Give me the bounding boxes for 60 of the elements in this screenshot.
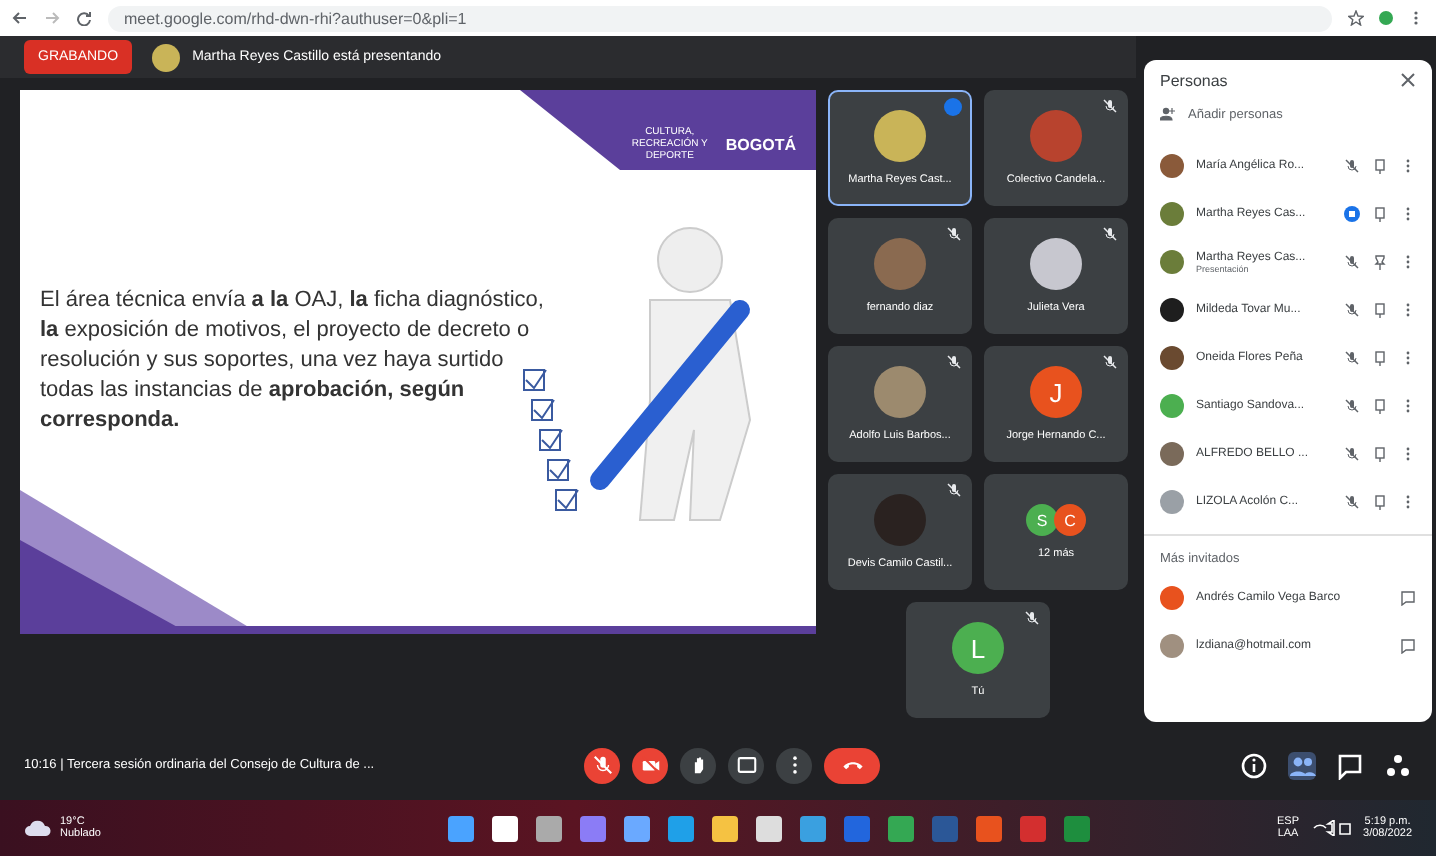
chat-button[interactable] bbox=[1336, 751, 1364, 779]
pin-icon[interactable] bbox=[1372, 398, 1388, 414]
present-button[interactable] bbox=[728, 747, 764, 783]
people-icon bbox=[1290, 756, 1316, 775]
mic-off-icon bbox=[1024, 610, 1040, 626]
app-icon[interactable] bbox=[976, 815, 1002, 841]
chat-icon bbox=[1338, 753, 1362, 779]
pin-icon[interactable] bbox=[1372, 158, 1388, 174]
mic-off-icon bbox=[1102, 98, 1118, 114]
more-button[interactable] bbox=[776, 747, 812, 783]
chat-icon[interactable] bbox=[1400, 638, 1416, 654]
hand-icon bbox=[693, 757, 703, 774]
pin-icon[interactable] bbox=[1372, 350, 1388, 366]
activities-button[interactable] bbox=[1384, 751, 1412, 779]
add-person-icon bbox=[1160, 106, 1176, 122]
back-icon[interactable] bbox=[12, 10, 28, 26]
info-button[interactable] bbox=[1240, 751, 1268, 779]
pin-icon[interactable] bbox=[1372, 446, 1388, 462]
star-icon[interactable] bbox=[1348, 10, 1364, 26]
logo-text: BOGOTÁ bbox=[725, 135, 796, 153]
mic-off-icon bbox=[1102, 226, 1118, 242]
avatar-letter: J bbox=[1030, 366, 1082, 418]
people-button[interactable] bbox=[1288, 751, 1316, 779]
pin-icon[interactable] bbox=[1372, 302, 1388, 318]
system-tray-icon[interactable] bbox=[1311, 820, 1352, 836]
mic-off-icon bbox=[946, 226, 962, 242]
activities-icon bbox=[1387, 754, 1409, 775]
chat-icon[interactable] bbox=[1400, 590, 1416, 606]
pin-icon[interactable] bbox=[1372, 254, 1388, 270]
mic-off-icon bbox=[593, 756, 611, 774]
profile-icon[interactable] bbox=[1378, 10, 1394, 26]
avatar-letter: L bbox=[952, 622, 1004, 674]
address-bar[interactable]: meet.google.com/rhd-dwn-rhi?authuser=0&pli=1 bbox=[108, 5, 1332, 31]
speaking-indicator-icon bbox=[944, 98, 962, 116]
mic-off-icon bbox=[946, 482, 962, 498]
mic-button[interactable] bbox=[584, 747, 620, 783]
camera-button[interactable] bbox=[632, 747, 668, 783]
info-icon bbox=[1241, 752, 1267, 778]
cloud-icon[interactable] bbox=[24, 818, 52, 838]
panel-title: Personas bbox=[1160, 72, 1228, 90]
avatar-letter: S bbox=[1026, 504, 1058, 536]
reload-icon[interactable] bbox=[76, 10, 92, 26]
app-icon[interactable] bbox=[536, 815, 562, 841]
present-screen-icon bbox=[736, 757, 756, 773]
app-icon[interactable] bbox=[1064, 815, 1090, 841]
avatar-letter: C bbox=[1054, 504, 1086, 536]
mic-off-icon bbox=[946, 354, 962, 370]
app-icon[interactable] bbox=[624, 815, 650, 841]
slide-text: El área técnica envía a la OAJ, la ficha diagnóstico, la exposición de motivos, el proyecto de decreto o resolución y sus soportes, una vez haya surtido todas las instancias de aprobación, según corresponda. bbox=[40, 286, 546, 436]
close-icon[interactable] bbox=[1400, 72, 1416, 88]
app-icon[interactable] bbox=[844, 815, 870, 841]
avatar-photo-placeholder bbox=[152, 43, 181, 71]
mic-off-icon bbox=[1102, 354, 1118, 370]
hang-up-icon bbox=[842, 762, 862, 770]
hangup-button[interactable] bbox=[824, 747, 880, 783]
app-icon[interactable] bbox=[580, 815, 606, 841]
camera-off-icon bbox=[641, 756, 659, 774]
pin-icon[interactable] bbox=[1372, 206, 1388, 222]
pin-icon[interactable] bbox=[1372, 494, 1388, 510]
hand-button[interactable] bbox=[680, 747, 716, 783]
